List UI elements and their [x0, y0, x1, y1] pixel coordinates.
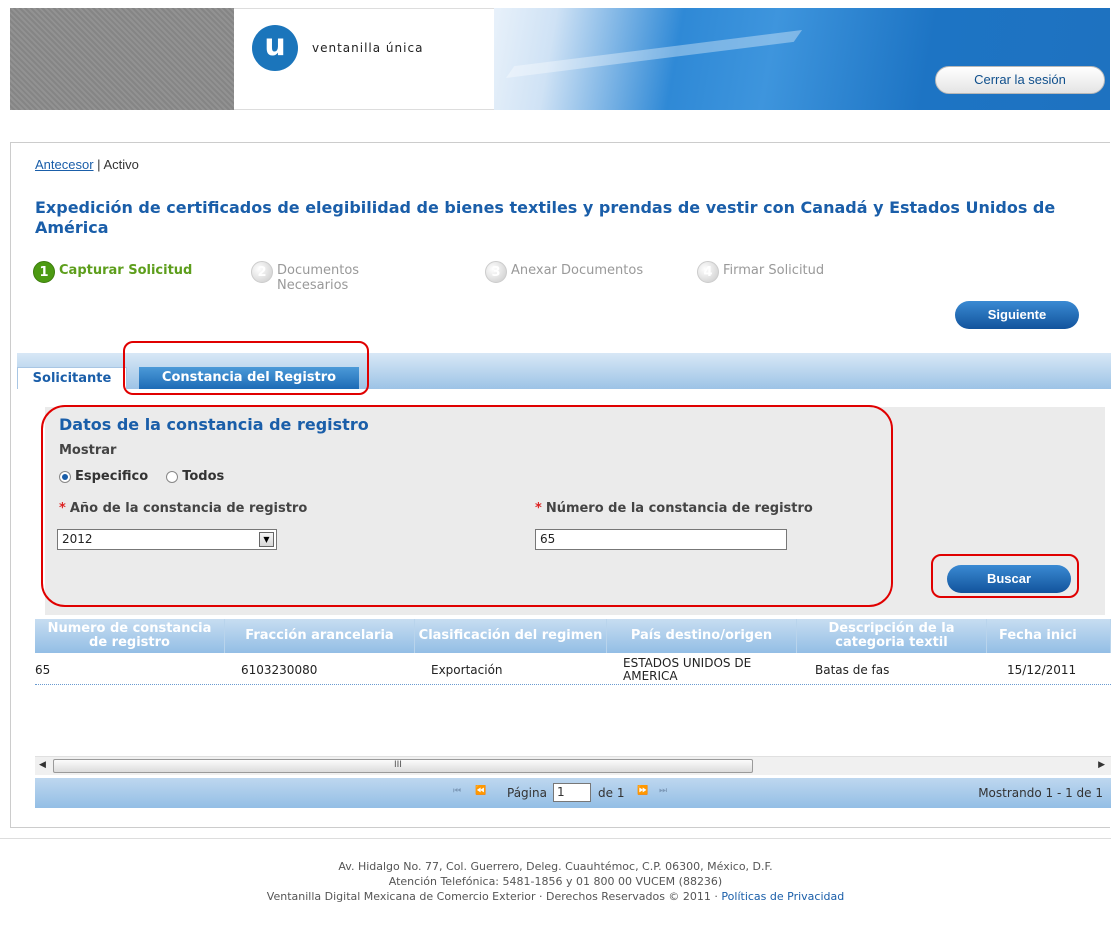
column-header[interactable]: Numero de constancia de registro	[35, 619, 225, 653]
scroll-right-icon[interactable]: ▶	[1098, 760, 1105, 770]
cell-pais: ESTADOS UNIDOS DE AMERICA	[623, 656, 752, 683]
cell-descripcion: Batas de fas	[815, 662, 890, 677]
scroll-left-icon[interactable]: ◀	[39, 760, 46, 770]
radio-group: Especifico Todos	[59, 469, 242, 484]
year-label-text: Año de la constancia de registro	[69, 501, 308, 516]
next-page-icon[interactable]: ⏩	[637, 786, 648, 796]
table-header: Numero de constancia de registro Fracció…	[35, 619, 1111, 653]
number-input-value: 65	[540, 532, 556, 546]
last-page-icon[interactable]: ⏭	[659, 786, 667, 796]
header-gray-banner	[10, 8, 234, 110]
logo-text: ventanilla única	[312, 41, 424, 55]
number-label: * Número de la constancia de registro	[535, 501, 813, 516]
header-blue-banner	[494, 8, 1110, 110]
breadcrumb-current: Activo	[103, 157, 139, 172]
step-anexar-documentos: 3 Anexar Documentos	[485, 261, 643, 283]
step-label: Capturar Solicitud	[59, 263, 193, 278]
logo-icon: u	[252, 25, 298, 71]
logo-area: u ventanilla única	[234, 8, 494, 110]
cell-numero: 65	[35, 662, 51, 677]
pager: ⏮ ⏪ Página 1 de 1 ⏩ ⏭ Mostrando 1 - 1 de…	[35, 778, 1111, 808]
step-capturar-solicitud: 1 Capturar Solicitud	[33, 261, 192, 283]
tab-solicitante[interactable]: Solicitante	[17, 367, 127, 389]
step-number-icon: 4	[697, 261, 719, 283]
breadcrumb-link-antecesor[interactable]: Antecesor	[35, 157, 94, 172]
page-total: de 1	[598, 786, 625, 800]
year-select-value: 2012	[62, 532, 93, 546]
tab-bar: Solicitante Constancia del Registro	[17, 353, 1111, 389]
header-stripe	[505, 29, 803, 79]
cell-fecha: 15/12/2011	[1007, 662, 1077, 677]
records-info: Mostrando 1 - 1 de 1	[978, 786, 1103, 800]
breadcrumb-separator: |	[93, 157, 104, 172]
form-panel: Datos de la constancia de registro Mostr…	[45, 407, 1105, 615]
radio-especifico[interactable]	[59, 470, 71, 483]
scrollbar-grip: III	[394, 760, 402, 770]
first-page-icon[interactable]: ⏮	[453, 786, 461, 796]
footer-rights: Ventanilla Digital Mexicana de Comercio …	[0, 889, 1111, 904]
table-row[interactable]: 65 6103230080 Exportación ESTADOS UNIDOS…	[35, 655, 1111, 685]
column-header[interactable]: Clasificación del regimen	[415, 619, 607, 653]
next-button[interactable]: Siguiente	[955, 301, 1079, 329]
page-input-value: 1	[557, 785, 565, 799]
number-label-text: Número de la constancia de registro	[545, 501, 813, 516]
mostrar-label: Mostrar	[59, 443, 117, 458]
footer-phone: Atención Telefónica: 5481-1856 y 01 800 …	[388, 875, 723, 888]
page-label: Página	[507, 786, 547, 800]
number-input[interactable]: 65	[535, 529, 787, 550]
year-label: * Año de la constancia de registro	[59, 501, 307, 516]
radio-especifico-label: Especifico	[75, 469, 149, 484]
step-number-icon: 3	[485, 261, 507, 283]
step-label: Firmar Solicitud	[723, 263, 825, 278]
breadcrumb: Antecesor | Activo	[35, 157, 139, 172]
cell-fraccion: 6103230080	[241, 662, 318, 677]
main-content: Antecesor | Activo Expedición de certifi…	[10, 142, 1111, 828]
required-mark: *	[59, 501, 66, 516]
column-header[interactable]: Fecha inici	[987, 619, 1111, 653]
horizontal-scrollbar[interactable]: ◀ III ▶	[35, 756, 1111, 775]
step-documentos-necesarios: 2 Documentos Necesarios	[251, 261, 401, 293]
footer: Av. Hidalgo No. 77, Col. Guerrero, Deleg…	[0, 838, 1111, 904]
header: u ventanilla única Cerrar la sesión	[10, 8, 1110, 110]
column-header[interactable]: Fracción arancelaria	[225, 619, 415, 653]
step-firmar-solicitud: 4 Firmar Solicitud	[697, 261, 824, 283]
prev-page-icon[interactable]: ⏪	[475, 786, 486, 796]
required-mark: *	[535, 501, 542, 516]
dropdown-arrow-icon[interactable]: ▼	[259, 532, 274, 547]
scrollbar-thumb[interactable]: III	[53, 759, 753, 773]
step-label: Documentos Necesarios	[277, 263, 360, 293]
logout-button[interactable]: Cerrar la sesión	[935, 66, 1105, 94]
page-input[interactable]: 1	[553, 783, 591, 802]
year-select[interactable]: 2012 ▼	[57, 529, 277, 550]
column-header[interactable]: Descripción de la categoria textil	[797, 619, 987, 653]
step-label: Anexar Documentos	[511, 263, 644, 278]
step-number-icon: 1	[33, 261, 55, 283]
search-button[interactable]: Buscar	[947, 565, 1071, 593]
footer-address: Av. Hidalgo No. 77, Col. Guerrero, Deleg…	[338, 860, 773, 873]
privacy-link[interactable]: Políticas de Privacidad	[721, 890, 844, 903]
column-header[interactable]: País destino/origen	[607, 619, 797, 653]
tab-constancia-del-registro[interactable]: Constancia del Registro	[139, 367, 359, 389]
cell-clasificacion: Exportación	[431, 662, 503, 677]
radio-todos[interactable]	[166, 470, 179, 483]
form-title: Datos de la constancia de registro	[59, 415, 369, 434]
radio-todos-label: Todos	[182, 469, 225, 484]
page-title: Expedición de certificados de elegibilid…	[35, 198, 1056, 237]
step-number-icon: 2	[251, 261, 273, 283]
footer-rights-text: Ventanilla Digital Mexicana de Comercio …	[266, 890, 718, 903]
